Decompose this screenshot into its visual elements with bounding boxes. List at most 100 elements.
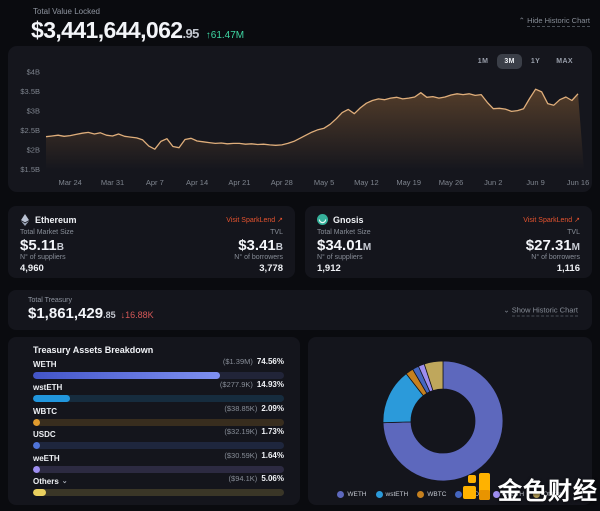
count-value: 3,778: [234, 263, 283, 274]
legend-item-wsteth[interactable]: wstETH: [376, 491, 409, 498]
tvl-chart-card: 1M3M1YMAX $4B$3.5B$3B$2.5B$2B$1.5BMar 24…: [8, 46, 592, 192]
range-button-max[interactable]: MAX: [549, 54, 580, 69]
count-label: N° of suppliers: [317, 254, 363, 261]
hide-historic-chart-link[interactable]: ⌃ Hide Historic Chart: [519, 16, 590, 25]
chevron-down-icon[interactable]: ⌄: [62, 477, 68, 485]
x-axis-tick: May 5: [314, 178, 334, 187]
chevron-up-icon: ⌃: [519, 16, 525, 25]
tvl-value: $3,441,644,062.95 ↑61.47M: [31, 17, 244, 44]
asset-progress-fill: [33, 442, 40, 449]
asset-name: weETH: [33, 454, 60, 463]
treasury-donut-chart[interactable]: [308, 339, 592, 485]
gnosis-icon: [317, 214, 328, 225]
asset-progress-track: [33, 489, 284, 496]
asset-percent: 1.73%: [261, 427, 284, 436]
legend-item-weth[interactable]: WETH: [337, 491, 366, 498]
stat-label: TVL: [526, 229, 580, 236]
y-axis-tick: $3B: [27, 107, 40, 116]
x-axis-tick: May 19: [396, 178, 421, 187]
stat-value: $3.41B: [238, 237, 283, 254]
tvl-area-chart[interactable]: $4B$3.5B$3B$2.5B$2B$1.5BMar 24Mar 31Apr …: [8, 58, 592, 190]
y-axis-tick: $4B: [27, 68, 40, 77]
treasury-label: Total Treasury: [28, 297, 72, 304]
ethereum-icon: [20, 214, 30, 226]
breakdown-title: Treasury Assets Breakdown: [33, 345, 153, 355]
asset-percent: 5.06%: [261, 474, 284, 483]
spark-dashboard: Total Value Locked $3,441,644,062.95 ↑61.…: [0, 0, 600, 511]
chevron-down-icon: ⌄: [503, 306, 509, 315]
y-axis-tick: $2B: [27, 146, 40, 155]
stat-label: Total Market Size: [317, 229, 371, 236]
x-axis-tick: Jun 16: [567, 178, 590, 187]
legend-item-wbtc[interactable]: WBTC: [417, 491, 446, 498]
asset-amount: ($32.19K): [224, 427, 257, 436]
y-axis-tick: $3.5B: [20, 87, 40, 96]
legend-dot-icon: [337, 491, 344, 498]
asset-progress-fill: [33, 395, 70, 402]
treasury-change-badge: ↓16.88K: [121, 310, 154, 320]
legend-dot-icon: [376, 491, 383, 498]
asset-amount: ($94.1K): [229, 474, 258, 483]
asset-percent: 2.09%: [261, 404, 284, 413]
external-link-icon: ↗: [574, 217, 580, 224]
show-historic-chart-link[interactable]: ⌄ Show Historic Chart: [503, 306, 578, 315]
count-label: N° of suppliers: [20, 254, 66, 261]
chain-name: Ethereum: [35, 215, 77, 225]
visit-sparklend-link[interactable]: Visit SparkLend ↗: [523, 216, 580, 224]
asset-name: USDC: [33, 430, 56, 439]
tvl-value-main: $3,441,644,062: [31, 17, 182, 43]
range-button-1y[interactable]: 1Y: [524, 54, 547, 69]
stat-value: $5.11B: [20, 237, 74, 254]
y-axis-tick: $1.5B: [20, 165, 40, 174]
x-axis-tick: Apr 7: [146, 178, 164, 187]
market-card-ethereum: Ethereum Visit SparkLend ↗ Total Market …: [8, 206, 295, 278]
legend-dot-icon: [417, 491, 424, 498]
asset-percent: 1.64%: [261, 451, 284, 460]
golden-finance-logo-icon: [463, 473, 495, 504]
x-axis-tick: Jun 9: [526, 178, 544, 187]
breakdown-rows: WETH ($1.39M) 74.56% wstETH ($277.9K) 14.9…: [33, 358, 284, 498]
watermark: 金色财经: [463, 471, 598, 506]
chain-name: Gnosis: [333, 215, 364, 225]
legend-dot-icon: [455, 491, 462, 498]
stat-label: TVL: [238, 229, 283, 236]
treasury-card: Total Treasury $1,861,429.85↓16.88K ⌄ Sh…: [8, 290, 592, 330]
asset-progress-fill: [33, 419, 40, 426]
x-axis-tick: Jun 2: [484, 178, 502, 187]
asset-progress-fill: [33, 372, 220, 379]
asset-progress-fill: [33, 489, 46, 496]
asset-name: WETH: [33, 360, 57, 369]
treasury-value: $1,861,429.85↓16.88K: [28, 305, 154, 322]
tvl-value-cents: .95: [182, 26, 198, 41]
asset-amount: ($30.59K): [224, 451, 257, 460]
count-value: 1,116: [531, 263, 580, 274]
range-button-3m[interactable]: 3M: [497, 54, 522, 69]
stat-value: $27.31M: [526, 237, 580, 254]
x-axis-tick: May 26: [439, 178, 464, 187]
asset-name: WBTC: [33, 407, 57, 416]
tvl-label: Total Value Locked: [33, 7, 100, 16]
tvl-change-badge: ↑61.47M: [206, 30, 244, 41]
count-label: N° of borrowers: [531, 254, 580, 261]
y-axis-tick: $2.5B: [20, 126, 40, 135]
x-axis-tick: Mar 31: [101, 178, 124, 187]
asset-name: wstETH: [33, 383, 62, 392]
market-card-gnosis: Gnosis Visit SparkLend ↗ Total Market Si…: [305, 206, 592, 278]
asset-percent: 14.93%: [257, 380, 284, 389]
time-range-group: 1M3M1YMAX: [471, 54, 580, 69]
visit-sparklend-link[interactable]: Visit SparkLend ↗: [226, 216, 283, 224]
watermark-text: 金色财经: [498, 471, 598, 506]
asset-percent: 74.56%: [257, 357, 284, 366]
count-value: 1,912: [317, 263, 363, 274]
asset-amount: ($38.85K): [224, 404, 257, 413]
count-label: N° of borrowers: [234, 254, 283, 261]
count-value: 4,960: [20, 263, 66, 274]
asset-amount: ($1.39M): [223, 357, 253, 366]
asset-amount: ($277.9K): [220, 380, 253, 389]
external-link-icon: ↗: [277, 217, 283, 224]
asset-name: Others⌄: [33, 477, 68, 486]
x-axis-tick: Apr 14: [186, 178, 208, 187]
x-axis-tick: Apr 28: [271, 178, 293, 187]
range-button-1m[interactable]: 1M: [471, 54, 496, 69]
treasury-value-cents: .85: [103, 310, 116, 320]
